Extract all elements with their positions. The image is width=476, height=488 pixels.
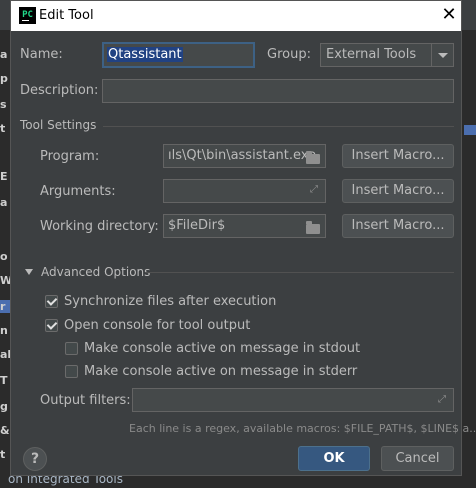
bg-panel-text: o <box>0 250 8 263</box>
ok-button[interactable]: OK <box>298 446 370 471</box>
bg-panel-text: W <box>0 274 10 287</box>
description-label: Description: <box>20 83 99 98</box>
insert-macro-arguments-button[interactable]: Insert Macro... <box>342 179 454 203</box>
output-filters-hint: Each line is a regex, available macros: … <box>129 422 476 435</box>
group-select-value: External Tools <box>326 47 417 62</box>
group-select[interactable]: External Tools <box>320 43 454 67</box>
bg-panel-text: p <box>0 72 8 85</box>
description-input[interactable] <box>102 79 454 103</box>
cancel-button[interactable]: Cancel <box>381 446 454 471</box>
folder-icon[interactable] <box>306 221 320 234</box>
help-button[interactable]: ? <box>23 447 47 471</box>
output-filters-label: Output filters: <box>40 393 131 408</box>
name-input[interactable]: Qtassistant <box>102 42 255 68</box>
pycharm-app-icon: PC <box>19 7 36 24</box>
name-input-value: Qtassistant <box>107 47 183 62</box>
insert-macro-program-button[interactable]: Insert Macro... <box>342 144 454 168</box>
insert-macro-workdir-button[interactable]: Insert Macro... <box>342 214 454 238</box>
folder-icon[interactable] <box>306 151 320 164</box>
console-stdout-checkbox[interactable] <box>65 342 78 355</box>
collapse-triangle-icon[interactable] <box>25 269 33 275</box>
sync-files-checkbox[interactable] <box>45 295 58 308</box>
output-filters-input[interactable] <box>132 388 454 412</box>
bg-panel-text: t <box>0 448 6 461</box>
bg-panel-text: t <box>0 122 6 135</box>
arguments-input[interactable] <box>163 179 326 203</box>
program-input-value: ıls\Qt\bin\assistant.exe <box>168 148 317 163</box>
chevron-down-icon[interactable] <box>431 44 453 66</box>
bg-panel-text: T <box>0 374 8 387</box>
section-divider <box>145 272 454 273</box>
console-stderr-checkbox[interactable] <box>65 365 78 378</box>
ide-selection-accent <box>464 125 476 135</box>
close-icon[interactable]: ✕ <box>439 5 459 25</box>
open-console-checkbox[interactable] <box>45 319 58 332</box>
working-directory-label: Working directory: <box>40 219 159 234</box>
advanced-options-heading[interactable]: Advanced Options <box>41 265 150 279</box>
dialog-titlebar[interactable]: PC Edit Tool ✕ <box>11 1 461 31</box>
bg-panel-text: r <box>0 300 10 313</box>
console-stdout-label[interactable]: Make console active on message in stdout <box>84 341 360 356</box>
working-directory-value: $FileDir$ <box>168 218 226 233</box>
bg-panel-text: & <box>0 424 10 437</box>
bg-panel-text: g <box>0 400 8 413</box>
sync-files-label[interactable]: Synchronize files after execution <box>64 294 276 309</box>
edit-tool-dialog: PC Edit Tool ✕ Name: Qtassistant Group: … <box>10 0 476 476</box>
arguments-label: Arguments: <box>40 184 116 199</box>
bg-panel-text: E <box>0 170 8 183</box>
bg-panel-text: n <box>0 324 8 337</box>
name-label: Name: <box>20 47 63 62</box>
program-label: Program: <box>40 149 100 164</box>
program-input[interactable]: ıls\Qt\bin\assistant.exe <box>163 144 326 168</box>
working-directory-input[interactable]: $FileDir$ <box>163 214 326 238</box>
expand-icon[interactable]: ⤢ <box>438 395 448 405</box>
bg-panel-text: a <box>0 48 8 61</box>
tool-settings-heading: Tool Settings <box>20 118 97 132</box>
group-label: Group: <box>267 47 311 62</box>
section-divider <box>103 126 454 127</box>
ide-right-panel <box>462 30 476 488</box>
bg-panel-text: a <box>0 196 8 209</box>
open-console-label[interactable]: Open console for tool output <box>64 318 250 333</box>
console-stderr-label[interactable]: Make console active on message in stderr <box>84 364 357 379</box>
bg-panel-text: s <box>0 98 7 111</box>
dialog-title: Edit Tool <box>39 8 94 23</box>
expand-icon[interactable]: ⤢ <box>310 185 320 195</box>
bg-panel-text: al <box>0 348 10 361</box>
